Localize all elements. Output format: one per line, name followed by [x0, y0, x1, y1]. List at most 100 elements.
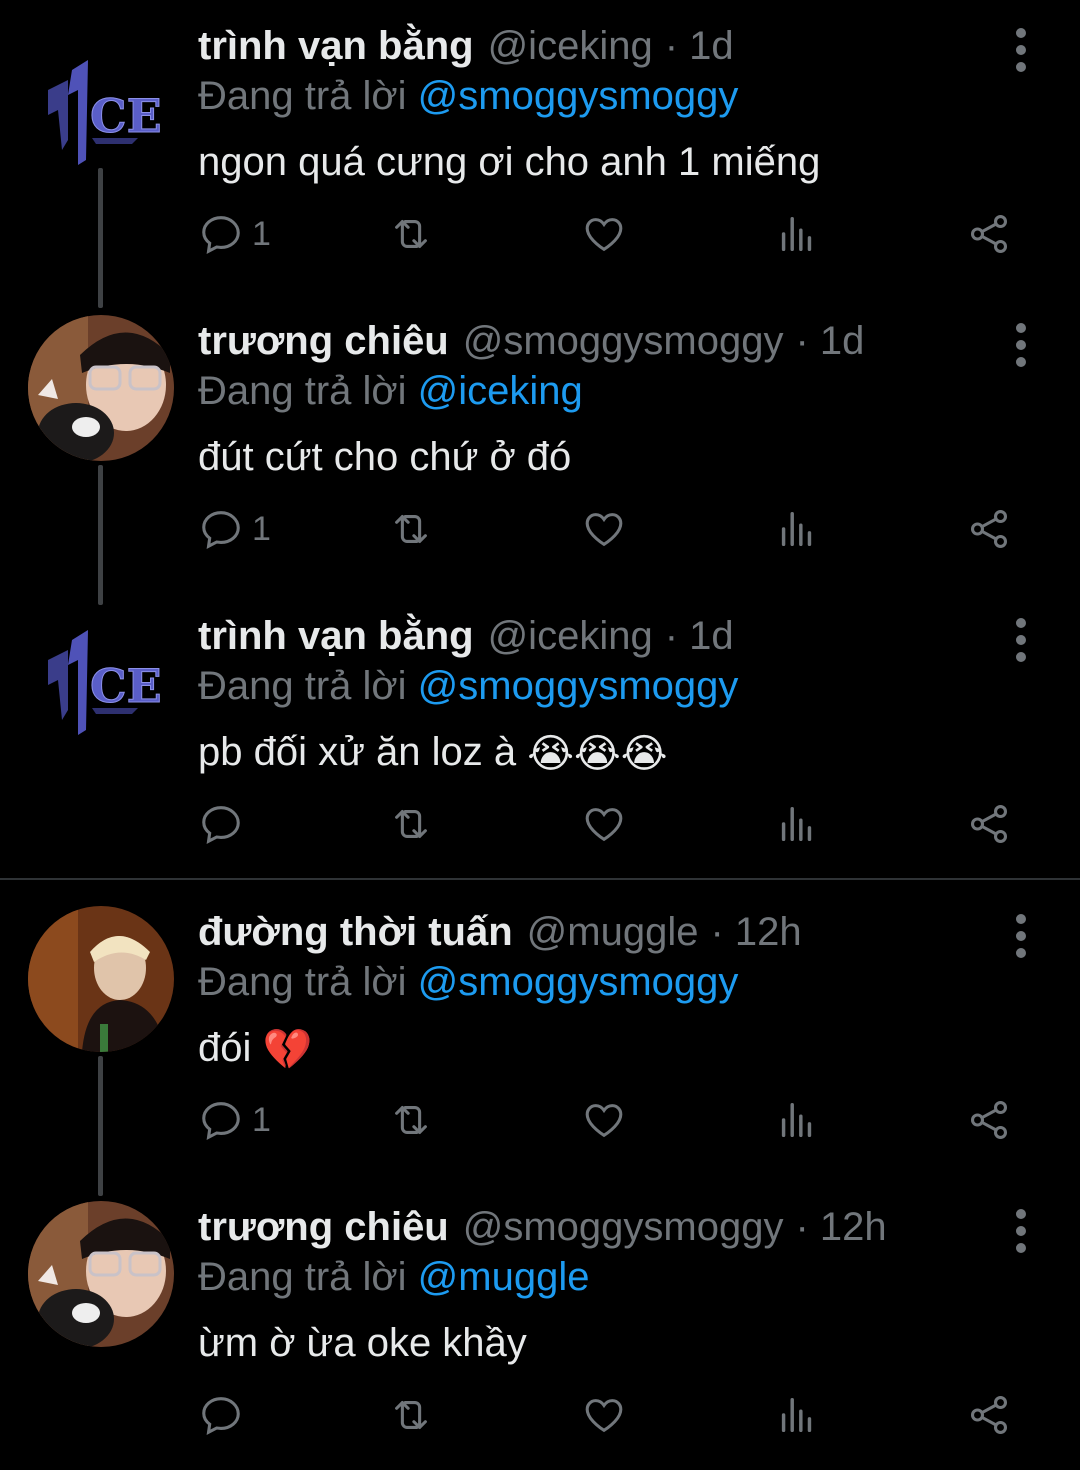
avatar[interactable]	[28, 315, 174, 461]
handle[interactable]: @smoggysmoggy	[463, 315, 784, 367]
like-button[interactable]	[581, 489, 627, 569]
reply-button[interactable]: 1	[198, 489, 271, 569]
reply-button[interactable]: 1	[198, 194, 271, 274]
more-options-icon[interactable]	[1006, 323, 1036, 371]
like-button[interactable]	[581, 1375, 627, 1455]
share-icon	[970, 805, 1008, 843]
action-bar: 1	[198, 489, 1038, 569]
thread-line	[98, 168, 103, 308]
tweet[interactable]: trương chiêu @smoggysmoggy · 1d Đang trả…	[0, 315, 1080, 605]
tweet[interactable]: trương chiêu @smoggysmoggy · 12h Đang tr…	[0, 1201, 1080, 1466]
replying-to: Đang trả lời @smoggysmoggy	[198, 70, 738, 122]
avatar[interactable]	[28, 906, 174, 1052]
action-bar	[198, 1375, 1038, 1455]
tweet[interactable]: CE trình vạn bằng @iceking · 1d Đang trả…	[0, 20, 1080, 308]
more-options-icon[interactable]	[1006, 618, 1036, 666]
share-button[interactable]	[966, 784, 1012, 864]
display-name[interactable]: trương chiêu	[198, 315, 449, 367]
display-name[interactable]: trình vạn bằng	[198, 610, 474, 662]
avatar[interactable]: CE	[28, 610, 174, 756]
share-button[interactable]	[966, 1375, 1012, 1455]
more-options-icon[interactable]	[1006, 914, 1036, 962]
timestamp[interactable]: · 1d	[665, 20, 734, 72]
more-options-icon[interactable]	[1006, 28, 1036, 76]
retweet-button[interactable]	[388, 489, 434, 569]
tweet-text: ngon quá cưng ơi cho anh 1 miếng	[198, 140, 821, 184]
display-name[interactable]: trình vạn bằng	[198, 20, 474, 72]
views-button[interactable]	[774, 784, 820, 864]
replying-to-label: Đang trả lời	[198, 74, 407, 118]
reply-count: 1	[252, 214, 271, 253]
tweet-text-body: đói	[198, 1026, 252, 1070]
views-button[interactable]	[774, 1080, 820, 1160]
like-button[interactable]	[581, 194, 627, 274]
tweet-header: trương chiêu @smoggysmoggy · 1d	[198, 315, 864, 367]
mention-link[interactable]: @smoggysmoggy	[418, 74, 739, 118]
views-button[interactable]	[774, 1375, 820, 1455]
share-icon	[970, 1396, 1008, 1434]
views-button[interactable]	[774, 194, 820, 274]
reply-icon	[202, 1102, 240, 1140]
timestamp[interactable]: · 12h	[795, 1201, 886, 1253]
views-button[interactable]	[774, 489, 820, 569]
handle[interactable]: @iceking	[488, 610, 653, 662]
tweet[interactable]: CE trình vạn bằng @iceking · 1d Đang trả…	[0, 610, 1080, 870]
like-button[interactable]	[581, 1080, 627, 1160]
like-button[interactable]	[581, 784, 627, 864]
handle[interactable]: @muggle	[527, 906, 699, 958]
mention-link[interactable]: @smoggysmoggy	[418, 664, 739, 708]
ice-logo-icon: CE	[48, 630, 162, 735]
retweet-button[interactable]	[388, 1375, 434, 1455]
svg-text:CE: CE	[90, 659, 162, 713]
replying-to-label: Đang trả lời	[198, 664, 407, 708]
person-blond-avatar	[28, 906, 174, 1052]
mention-link[interactable]: @smoggysmoggy	[418, 960, 739, 1004]
analytics-icon	[781, 1397, 812, 1433]
reply-button[interactable]	[198, 784, 252, 864]
tweet-text: đút cứt cho chứ ở đó	[198, 435, 572, 479]
replying-to-label: Đang trả lời	[198, 960, 407, 1004]
ice-logo-icon: CE	[48, 60, 162, 165]
tweet-text: đói 💔	[198, 1022, 312, 1076]
share-button[interactable]	[966, 194, 1012, 274]
thread-line	[98, 465, 103, 605]
share-button[interactable]	[966, 489, 1012, 569]
display-name[interactable]: đường thời tuấn	[198, 906, 513, 958]
reply-button[interactable]	[198, 1375, 252, 1455]
heart-icon	[585, 218, 623, 252]
replying-to-label: Đang trả lời	[198, 369, 407, 413]
reply-count: 1	[252, 1100, 271, 1139]
timestamp[interactable]: · 1d	[795, 315, 864, 367]
handle[interactable]: @iceking	[488, 20, 653, 72]
timestamp[interactable]: · 12h	[710, 906, 801, 958]
avatar[interactable]: CE	[28, 40, 174, 186]
tweet-text-body: pb đối xử ăn loz à	[198, 730, 517, 774]
reply-icon	[202, 1397, 240, 1435]
display-name[interactable]: trương chiêu	[198, 1201, 449, 1253]
reply-button[interactable]: 1	[198, 1080, 271, 1160]
share-icon	[970, 510, 1008, 548]
tweet-text: ừm ờ ừa oke khầy	[198, 1321, 527, 1365]
retweet-button[interactable]	[388, 194, 434, 274]
retweet-icon	[395, 810, 427, 838]
share-button[interactable]	[966, 1080, 1012, 1160]
action-bar	[198, 784, 1038, 864]
retweet-button[interactable]	[388, 784, 434, 864]
thread-divider	[0, 878, 1080, 880]
timestamp[interactable]: · 1d	[665, 610, 734, 662]
retweet-icon	[395, 220, 427, 248]
retweet-button[interactable]	[388, 1080, 434, 1160]
replying-to: Đang trả lời @iceking	[198, 365, 583, 417]
reply-icon	[202, 216, 240, 254]
mention-link[interactable]: @muggle	[418, 1255, 590, 1299]
avatar[interactable]	[28, 1201, 174, 1347]
more-options-icon[interactable]	[1006, 1209, 1036, 1257]
tweet-header: đường thời tuấn @muggle · 12h	[198, 906, 802, 958]
heart-icon	[585, 808, 623, 842]
mention-link[interactable]: @iceking	[418, 369, 583, 413]
reply-count: 1	[252, 509, 271, 548]
action-bar: 1	[198, 1080, 1038, 1160]
tweet-header: trương chiêu @smoggysmoggy · 12h	[198, 1201, 887, 1253]
tweet[interactable]: đường thời tuấn @muggle · 12h Đang trả l…	[0, 906, 1080, 1196]
handle[interactable]: @smoggysmoggy	[463, 1201, 784, 1253]
